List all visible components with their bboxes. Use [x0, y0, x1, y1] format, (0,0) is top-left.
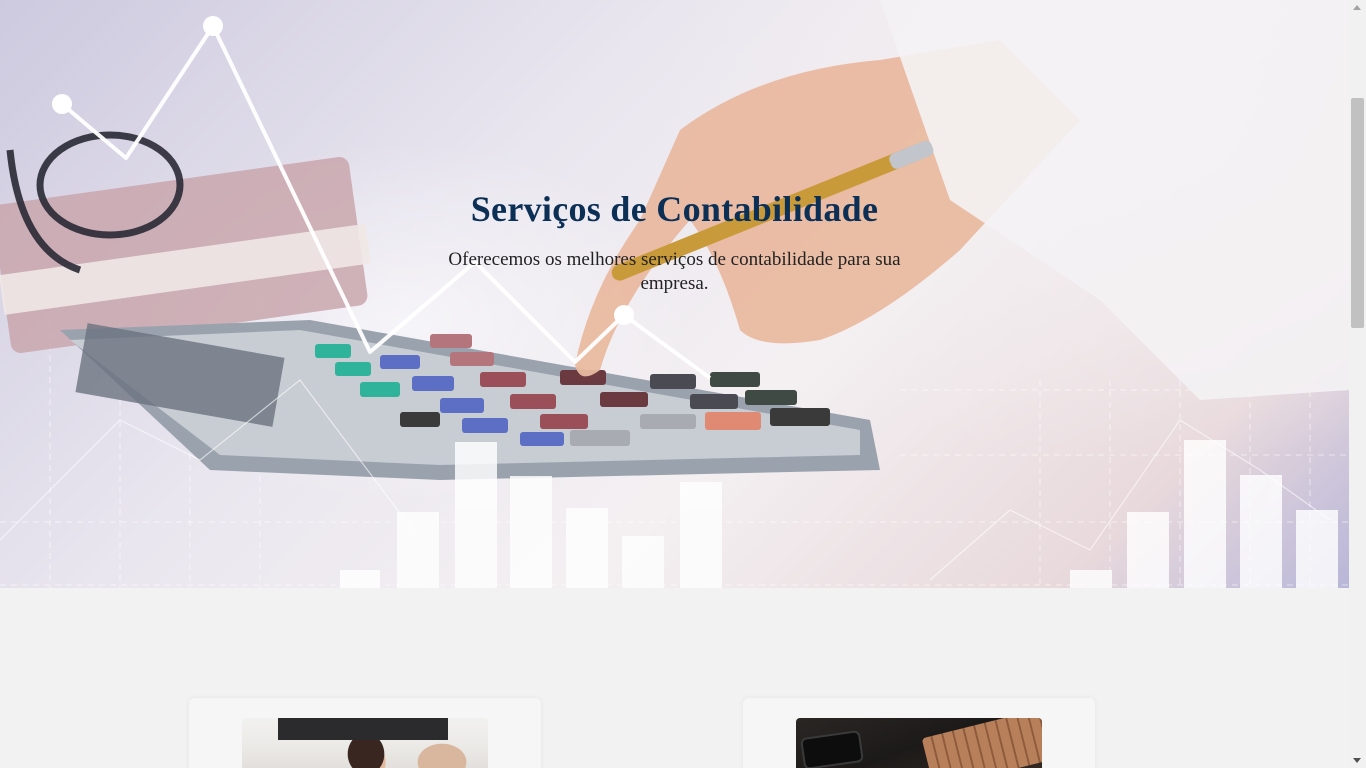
hero-subtitle: Oferecemos os melhores serviços de conta… — [448, 249, 901, 294]
desk-keyboard-phone-photo — [796, 718, 1042, 768]
service-card — [743, 698, 1095, 768]
hero-content: Serviços de Contabilidade Oferecemos os … — [0, 188, 1349, 296]
hero-section: Serviços de Contabilidade Oferecemos os … — [0, 0, 1349, 588]
scroll-up-arrow-icon[interactable] — [1353, 5, 1361, 10]
scrollbar-thumb[interactable] — [1351, 98, 1364, 328]
page-scrollbar[interactable] — [1349, 0, 1366, 768]
team-meeting-photo — [242, 718, 488, 768]
scroll-down-arrow-icon[interactable] — [1353, 758, 1361, 763]
service-card — [189, 698, 541, 768]
hero-title: Serviços de Contabilidade — [470, 189, 879, 229]
